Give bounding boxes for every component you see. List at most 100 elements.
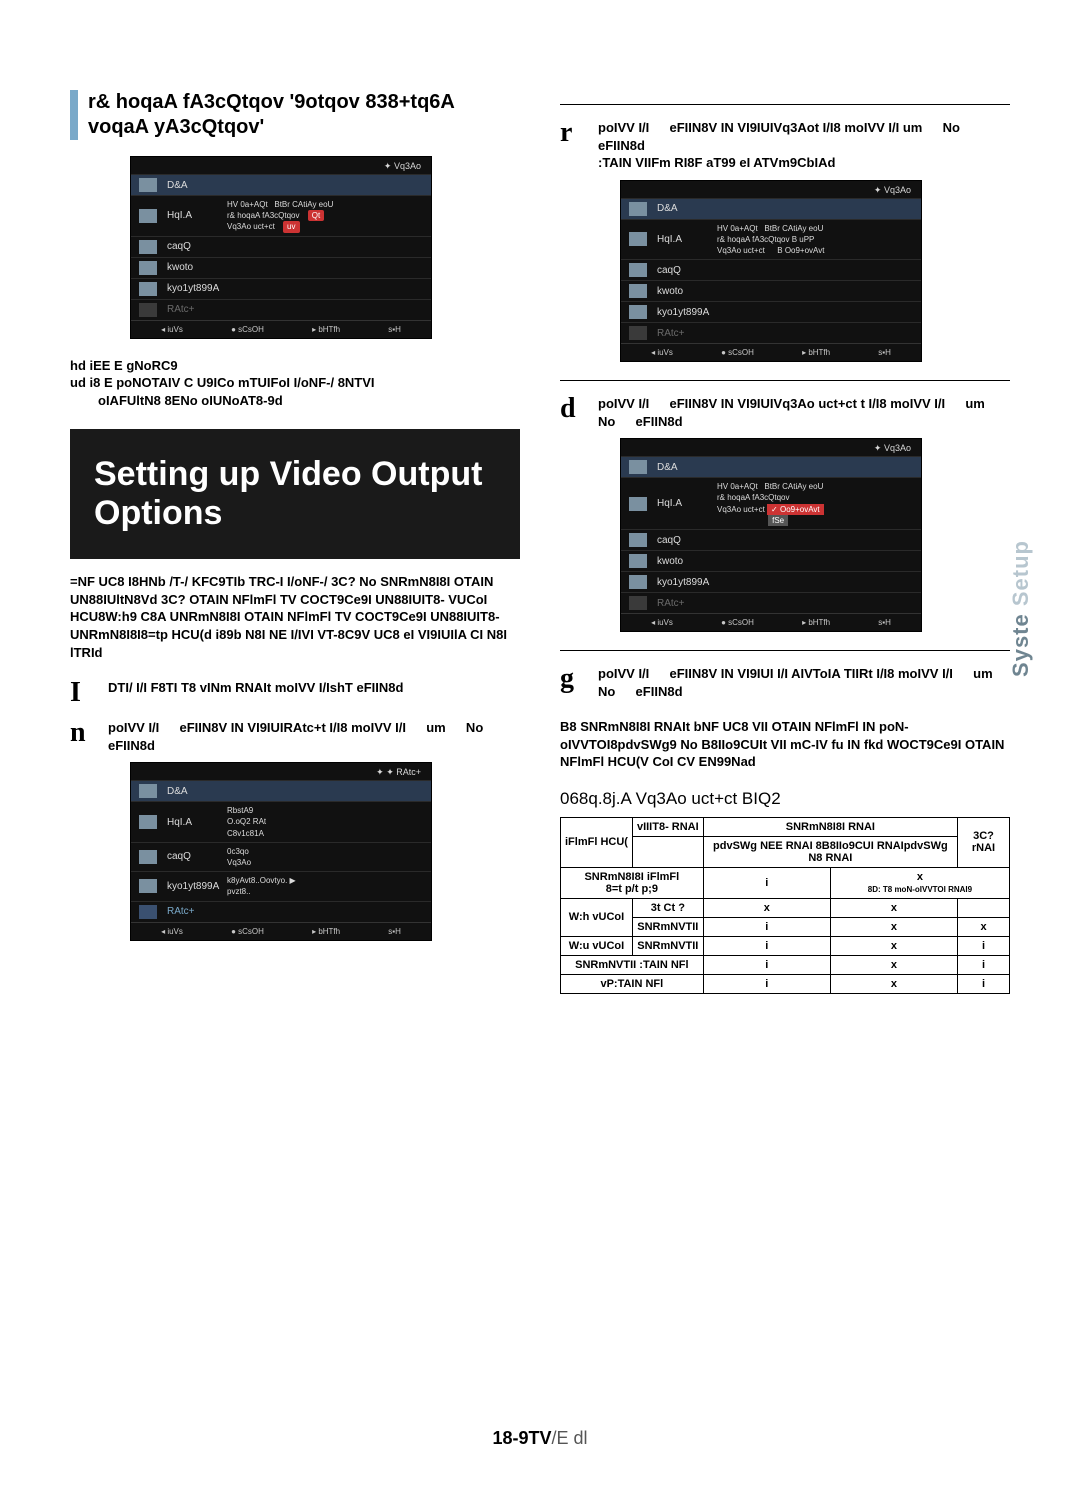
cell: i xyxy=(958,936,1010,955)
menu-content: HV 0a+AQt BtBr CAtiAy eoU r& hoqaA fA3cQ… xyxy=(717,223,913,257)
opt: pvzt8.. xyxy=(227,887,251,896)
menu-item: kwoto xyxy=(621,280,921,301)
menu-item: D&A xyxy=(131,780,431,801)
menu-item: caqQ xyxy=(621,529,921,550)
step-d: d poIVV I/I eFIIN8V IN VI9IUIVq3Ao uct+c… xyxy=(560,395,1010,430)
table-row: W:h vUCoI 3t Ct ? x x xyxy=(561,898,1010,917)
menu-icon xyxy=(629,497,647,511)
table-subhead: 068q.8j.A Vq3Ao uct+ct BIQ2 xyxy=(560,789,1010,809)
txt: oIAFUltN8 8ENo oIUNoAT8-9d xyxy=(98,392,520,410)
menu-label: D&A xyxy=(167,180,227,191)
menu-icon xyxy=(629,460,647,474)
th: SNRmN8I8I RNAI xyxy=(703,817,957,836)
table-row: SNRmNVTII :TAIN NFl i x i xyxy=(561,955,1010,974)
menu-icon xyxy=(139,784,157,798)
cell: x xyxy=(703,898,830,917)
cell: x xyxy=(830,955,957,974)
cell: x8D: T8 moN-oIVVTOI RNAI9 xyxy=(830,867,1009,898)
step-text: poIVV I/I eFIIN8V IN VI9IUIVq3Aot I/I8 m… xyxy=(598,119,1010,172)
menu-label: caqQ xyxy=(657,265,717,276)
cell: W:u vUCoI xyxy=(561,936,633,955)
cell: W:h vUCoI xyxy=(561,898,633,936)
menu-label: D&A xyxy=(167,786,227,797)
menu-icon xyxy=(139,303,157,317)
menu-icon xyxy=(139,850,157,864)
cell: i xyxy=(703,917,830,936)
menu-icon xyxy=(139,178,157,192)
cell: SNRmNVTII xyxy=(632,936,703,955)
footer-bold: 18-9TV xyxy=(492,1428,551,1448)
table-row: W:u vUCoI SNRmNVTII i x i xyxy=(561,936,1010,955)
cell xyxy=(958,898,1010,917)
menu-icon xyxy=(629,284,647,298)
menu-label: HqI.A xyxy=(657,234,717,245)
menu-icon xyxy=(139,209,157,223)
hint: s▪H xyxy=(878,618,891,627)
menu-item: RAtc+ xyxy=(621,592,921,613)
opt: O.oQ2 RAt xyxy=(227,817,266,826)
step-text: poIVV I/I eFIIN8V IN VI9IUI I/I AIVToIA … xyxy=(598,665,1010,700)
menu-icon xyxy=(139,815,157,829)
cell: i xyxy=(703,974,830,993)
th: vIIIT8- RNAI xyxy=(632,817,703,836)
hint: ▸ bHTfh xyxy=(802,348,830,357)
cell: i xyxy=(703,867,830,898)
menu-topbar: Vq3Ao xyxy=(621,439,921,456)
cell: SNRmN8I8I iFlmFl8=t p/t p;9 xyxy=(561,867,704,898)
cell: vP:TAIN NFl xyxy=(561,974,704,993)
menu-label: kyo1yt899A xyxy=(167,283,227,294)
menu-label: RAtc+ xyxy=(167,304,227,315)
menu-item: D&A xyxy=(621,456,921,477)
txt: Vq3Ao uct+ct xyxy=(227,222,275,231)
step-g: g poIVV I/I eFIIN8V IN VI9IUI I/I AIVToI… xyxy=(560,665,1010,700)
side-tab-bottom: Setup xyxy=(1008,540,1033,606)
menu-icon xyxy=(629,326,647,340)
left-note: hd iEE E gNoRC9 ud i8 E poNOTAIV C U9ICo… xyxy=(70,357,520,410)
txt: HV 0a+AQt xyxy=(717,482,758,491)
menu-item: kwoto xyxy=(621,550,921,571)
menu-content: 0c3qo Vq3Ao xyxy=(227,846,423,868)
side-tab: Syste Setup xyxy=(1008,540,1034,677)
opt: C8v1c81A xyxy=(227,829,264,838)
menu-icon xyxy=(629,554,647,568)
menu-item: RAtc+ xyxy=(131,901,431,922)
menu-item: HqI.A RbstA9 O.oQ2 RAt C8v1c81A xyxy=(131,801,431,842)
step-num: n xyxy=(70,719,98,754)
cell: x xyxy=(958,917,1010,936)
cell: i xyxy=(703,936,830,955)
opt: Vq3Ao xyxy=(227,858,251,867)
menu-icon xyxy=(139,879,157,893)
txt: Vq3Ao uct+ct xyxy=(717,505,765,514)
menu-footer: ◂ iuVs ● sCsOH ▸ bHTfh s▪H xyxy=(131,320,431,338)
table-row: SNRmN8I8I iFlmFl8=t p/t p;9 i x8D: T8 mo… xyxy=(561,867,1010,898)
hint: ◂ iuVs xyxy=(651,618,673,627)
hint: ◂ iuVs xyxy=(161,325,183,334)
heading-box: Setting up Video Output Options xyxy=(70,429,520,559)
txt: x xyxy=(917,871,923,883)
menu-icon xyxy=(629,232,647,246)
step-num: d xyxy=(560,395,588,430)
menu-icon xyxy=(629,202,647,216)
menu-icon xyxy=(629,305,647,319)
menu-label: D&A xyxy=(657,203,717,214)
menu-icon xyxy=(629,263,647,277)
hint: ● sCsOH xyxy=(721,618,754,627)
left-paragraph: =NF UC8 I8HNb /T-/ KFC9TIb TRC-I I/oNF-/… xyxy=(70,573,520,661)
side-tab-top: Syste xyxy=(1008,613,1033,677)
osd-menu-3: Vq3Ao D&A HqI.A HV 0a+AQt BtBr CAtiAy eo… xyxy=(620,180,922,363)
txt: ud i8 E poNOTAIV C U9ICo mTUIFoI I/oNF-/… xyxy=(70,375,375,390)
txt: iFlmFl HCU( xyxy=(565,836,628,848)
menu-item: kyo1yt899A xyxy=(621,301,921,322)
pill: Qt xyxy=(308,210,324,221)
th xyxy=(632,836,703,867)
osd-menu-2: ✦ RAtc+ D&A HqI.A RbstA9 O.oQ2 RAt C8v1c… xyxy=(130,762,432,940)
hint: s▪H xyxy=(388,927,401,936)
txt: BtBr CAtiAy eoU xyxy=(274,200,333,209)
hint: s▪H xyxy=(388,325,401,334)
menu-icon xyxy=(139,905,157,919)
footer-light: /E dl xyxy=(552,1428,588,1448)
hint: ◂ iuVs xyxy=(651,348,673,357)
menu-content: k8yAvt8..Oovtyo. ▶ pvzt8.. xyxy=(227,875,423,897)
th: pdvSWg NEE RNAI 8B8IIo9CUI RNAIpdvSWg N8… xyxy=(703,836,957,867)
hint: ● sCsOH xyxy=(231,325,264,334)
